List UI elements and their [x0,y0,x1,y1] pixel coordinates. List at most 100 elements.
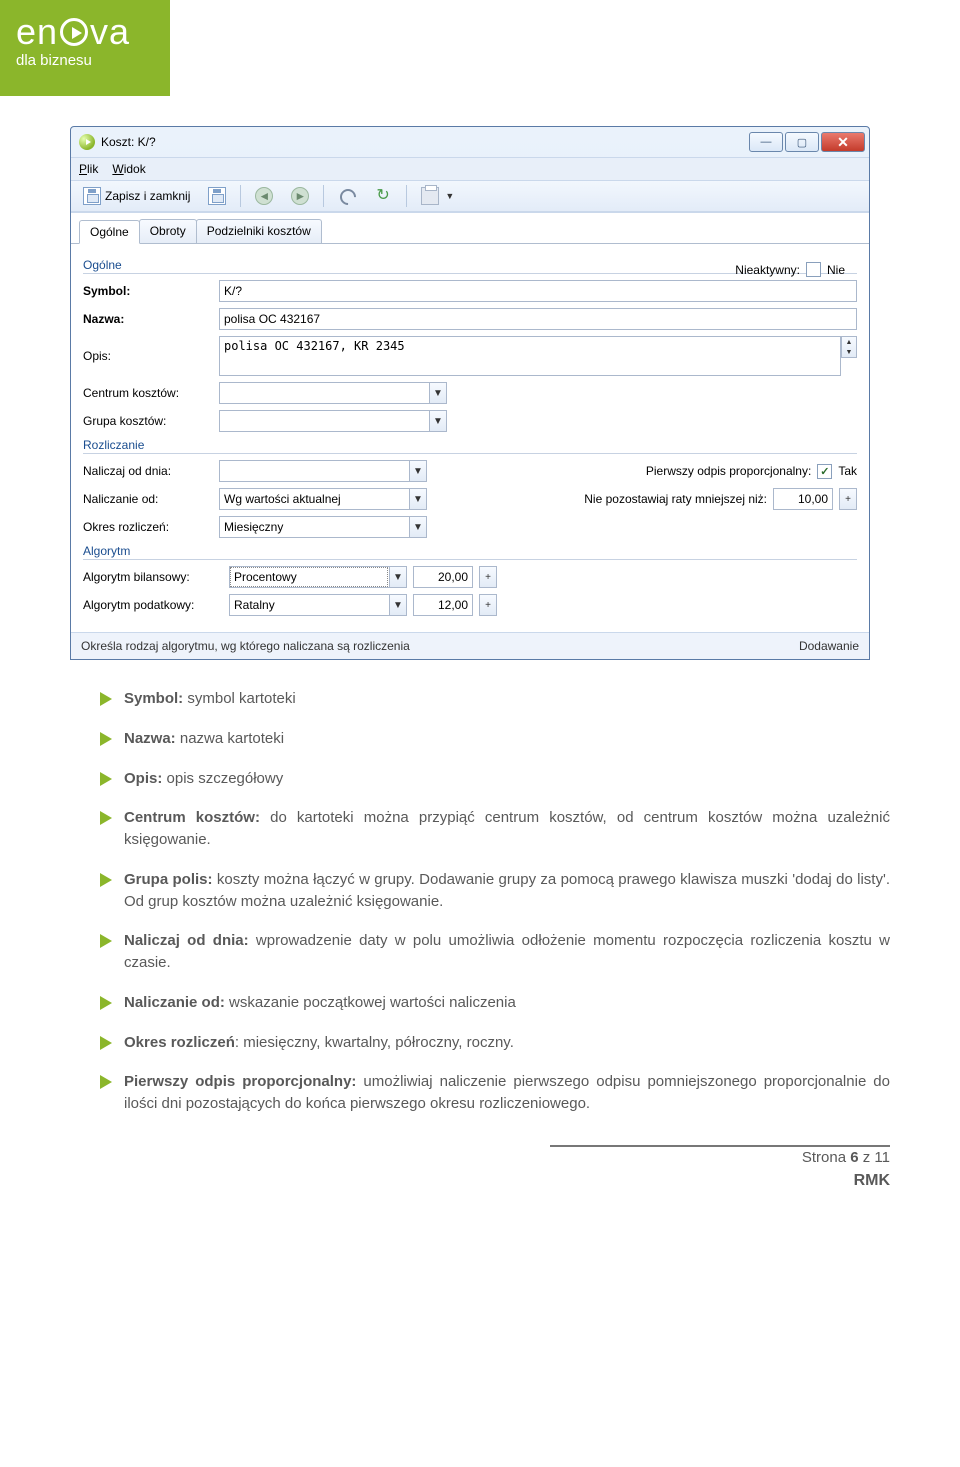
niepoz-plus[interactable]: + [839,488,857,510]
opis-input[interactable]: polisa OC 432167, KR 2345 [219,336,841,376]
chevron-down-icon: ▼ [445,191,454,201]
doc-term: Nazwa: [124,730,176,747]
status-bar: Określa rodzaj algorytmu, wg którego nal… [71,632,869,659]
bullet-icon [100,1036,112,1050]
symbol-input[interactable] [219,280,857,302]
status-left: Określa rodzaj algorytmu, wg którego nal… [81,639,410,653]
alg-bil-dropdown[interactable]: ▼ [389,566,407,588]
logo-text: enva [16,14,158,50]
disk-icon [208,187,226,205]
doc-term: Pierwszy odpis proporcjonalny: [124,1073,356,1090]
pierwszy-value: Tak [838,464,857,478]
brand-logo: enva dla biznesu [0,0,170,96]
doc-term: Opis: [124,770,162,787]
doc-bullets: Symbol: symbol kartoteki Nazwa: nazwa ka… [100,688,890,1115]
doc-text: wskazanie początkowej wartości naliczeni… [225,994,516,1011]
back-button[interactable]: ◄ [249,185,279,207]
doc-text: : miesięczny, kwartalny, półroczny, rocz… [235,1034,514,1051]
naliczanie-dropdown[interactable]: ▼ [409,488,427,510]
doc-text: opis szczegółowy [162,770,283,787]
doc-term: Symbol: [124,690,183,707]
grupa-label: Grupa kosztów: [83,414,213,428]
save-close-button[interactable]: Zapisz i zamknij Zapisz i zamknij [77,185,196,207]
app-window: Koszt: K/? — ▢ ✕ PPliklik WWidokidok Zap… [70,126,870,660]
doc-term: Naliczaj od dnia: [124,932,249,949]
alg-bil-label: Algorytm bilansowy: [83,570,223,584]
nazwa-label: Nazwa: [83,312,213,326]
okres-dropdown[interactable]: ▼ [409,516,427,538]
doc-term: Okres rozliczeń [124,1034,235,1051]
save-button[interactable] [202,185,232,207]
menu-widok[interactable]: WWidokidok [112,162,145,176]
opis-label: Opis: [83,349,213,363]
doc-text: nazwa kartoteki [176,730,284,747]
tab-obroty[interactable]: Obroty [139,219,197,243]
maximize-button[interactable]: ▢ [785,132,819,152]
forward-button[interactable]: ► [285,185,315,207]
nazwa-input[interactable] [219,308,857,330]
refresh-button[interactable] [368,185,398,207]
bullet-icon [100,692,112,706]
doc-term: Naliczanie od: [124,994,225,1011]
wrench-icon [338,187,356,205]
pierwszy-label: Pierwszy odpis proporcjonalny: [646,464,811,478]
alg-pod-num[interactable] [413,594,473,616]
footer-rmk: RMK [0,1172,890,1190]
titlebar: Koszt: K/? — ▢ ✕ [71,127,869,157]
doc-text: symbol kartoteki [183,690,296,707]
group-rozliczanie: Rozliczanie Rozliczanie [83,438,857,454]
niepoz-label: Nie pozostawiaj raty mniejszej niż: [584,492,767,506]
status-right: Dodawanie [799,639,859,653]
alg-pod-input[interactable] [229,594,389,616]
menu-plik[interactable]: PPliklik [79,162,98,176]
doc-term: Centrum kosztów: [124,809,260,826]
nieaktywny-checkbox[interactable] [806,262,821,277]
naliczaj-input[interactable] [219,460,409,482]
minimize-button[interactable]: — [749,132,783,152]
doc-text: koszty można łączyć w grupy. Dodawanie g… [124,871,890,910]
toolbar-divider [406,185,407,207]
okres-input[interactable] [219,516,409,538]
nieaktywny-value: Nie [827,263,845,277]
niepoz-input[interactable] [773,488,833,510]
tools-button[interactable] [332,185,362,207]
pierwszy-checkbox[interactable]: ✓ [817,464,832,479]
alg-bil-plus[interactable]: + [479,566,497,588]
alg-bil-num[interactable] [413,566,473,588]
close-button[interactable]: ✕ [821,132,865,152]
naliczanie-label: Naliczanie od: [83,492,213,506]
bullet-icon [100,873,112,887]
naliczaj-label: Naliczaj od dnia: [83,464,213,478]
bullet-icon [100,934,112,948]
grupa-dropdown[interactable]: ▼ [429,410,447,432]
toolbar: Zapisz i zamknij Zapisz i zamknij ◄ ► ▼ [71,180,869,212]
page-number: 6 [850,1149,858,1166]
tab-podzielniki[interactable]: Podzielniki kosztów [196,219,322,243]
toolbar-divider [240,185,241,207]
grupa-input[interactable] [219,410,429,432]
printer-icon [421,187,439,205]
alg-pod-dropdown[interactable]: ▼ [389,594,407,616]
tab-ogolne[interactable]: Ogólne [79,220,140,244]
bullet-icon [100,1075,112,1089]
toolbar-divider [323,185,324,207]
chevron-up-icon: ▲ [846,337,853,347]
symbol-label: Symbol: [83,284,213,298]
menu-bar: PPliklik WWidokidok [71,157,869,180]
naliczanie-input[interactable] [219,488,409,510]
naliczaj-dropdown[interactable]: ▼ [409,460,427,482]
okres-label: Okres rozliczeń: [83,520,213,534]
alg-bil-input[interactable] [229,566,389,588]
chevron-down-icon: ▼ [846,347,853,357]
print-button[interactable]: ▼ [415,185,460,207]
centrum-dropdown[interactable]: ▼ [429,382,447,404]
nieaktywny-label: Nieaktywny: [735,263,800,277]
tab-strip: Ogólne Obroty Podzielniki kosztów [71,213,869,244]
app-icon [79,134,95,150]
window-title: Koszt: K/? [101,135,156,149]
alg-pod-plus[interactable]: + [479,594,497,616]
save-icon [83,187,101,205]
bullet-icon [100,811,112,825]
opis-scroll[interactable]: ▲▼ [841,336,857,358]
centrum-input[interactable] [219,382,429,404]
